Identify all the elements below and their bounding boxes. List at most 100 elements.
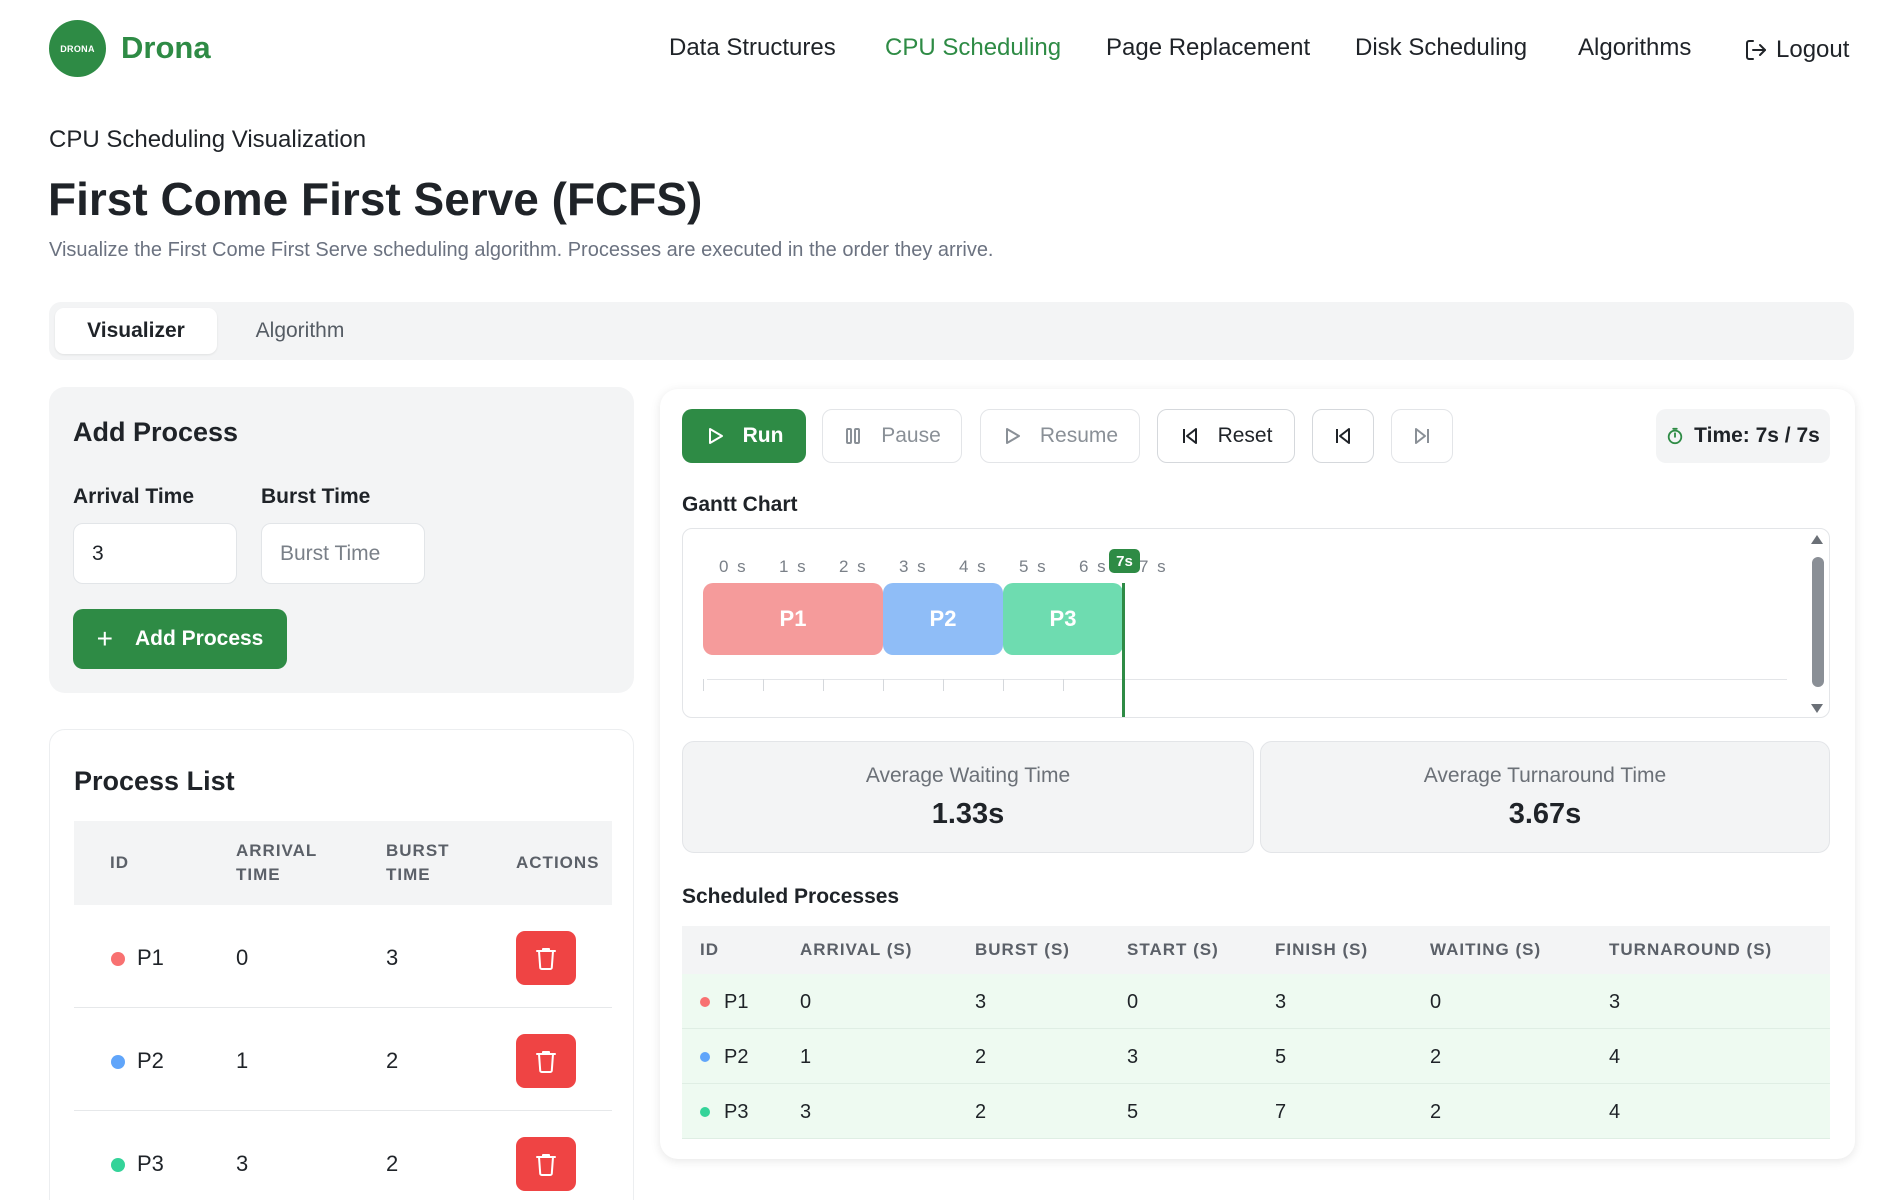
nav-cpu-scheduling[interactable]: CPU Scheduling <box>885 34 1061 66</box>
avg-turnaround-label: Average Turnaround Time <box>1423 764 1667 787</box>
run-label: Run <box>742 424 784 447</box>
process-list-title: Process List <box>74 766 235 796</box>
nav-page-replacement[interactable]: Page Replacement <box>1106 34 1310 66</box>
page-eyebrow: CPU Scheduling Visualization <box>49 126 367 153</box>
logout-label: Logout <box>1776 36 1850 63</box>
gantt-tick-label: 2 s <box>839 557 868 576</box>
sched-burst: 2 <box>975 1101 987 1123</box>
scroll-up-arrow-icon[interactable] <box>1811 535 1823 544</box>
sched-burst: 3 <box>975 991 987 1013</box>
arrival-time-input[interactable] <box>73 523 237 584</box>
scroll-down-arrow-icon[interactable] <box>1811 704 1823 713</box>
process-row: P1 0 3 <box>74 905 612 1008</box>
delete-process-button[interactable] <box>516 931 576 985</box>
process-color-dot <box>700 1052 710 1062</box>
gantt-axis-tick <box>883 679 884 691</box>
avg-turnaround-value: 3.67s <box>1508 798 1582 830</box>
nav-disk-scheduling[interactable]: Disk Scheduling <box>1355 34 1527 66</box>
avg-turnaround-card: Average Turnaround Time 3.67s <box>1260 741 1830 853</box>
nav-data-structures[interactable]: Data Structures <box>669 34 836 66</box>
pause-button[interactable]: Pause <box>822 409 962 463</box>
resume-button[interactable]: Resume <box>980 409 1140 463</box>
step-forward-button[interactable] <box>1391 409 1453 463</box>
brand-name[interactable]: Drona <box>121 30 211 66</box>
gantt-chart-title: Gantt Chart <box>682 493 798 516</box>
page-subtitle: Visualize the First Come First Serve sch… <box>49 239 994 261</box>
process-burst: 3 <box>386 945 399 970</box>
col-arrival-line1: ARRIVAL <box>236 841 318 860</box>
scroll-thumb[interactable] <box>1812 557 1824 687</box>
sched-col-id: ID <box>700 940 719 959</box>
process-color-dot <box>111 952 125 966</box>
process-color-dot <box>111 1055 125 1069</box>
skip-back-icon <box>1336 428 1350 444</box>
sched-col-waiting: WAITING (S) <box>1430 940 1542 959</box>
process-arrival: 0 <box>236 945 249 970</box>
gantt-tick-label: 0 s <box>719 557 748 576</box>
view-tabs: Visualizer Algorithm <box>49 302 1854 360</box>
add-process-card: Add Process Arrival Time Burst Time + Ad… <box>49 387 634 693</box>
sched-col-turnaround: TURNAROUND (S) <box>1609 940 1773 959</box>
reset-label: Reset <box>1217 424 1273 447</box>
drona-logo[interactable]: DRONA <box>49 20 106 77</box>
gantt-tick-label: 5 s <box>1019 557 1048 576</box>
avg-waiting-label: Average Waiting Time <box>865 764 1071 787</box>
process-id: P1 <box>137 945 164 970</box>
time-label: Time: 7s / 7s <box>1694 424 1820 447</box>
sched-waiting: 2 <box>1430 1046 1442 1068</box>
logout-icon <box>1746 40 1766 60</box>
process-id: P3 <box>137 1151 164 1176</box>
gantt-axis-tick <box>823 679 824 691</box>
gantt-bar-p2[interactable]: P2 <box>883 583 1003 655</box>
burst-time-label: Burst Time <box>261 485 371 508</box>
sched-waiting: 2 <box>1430 1101 1442 1123</box>
scheduled-row: P1 0 3 0 3 0 3 <box>682 974 1830 1029</box>
sched-arrival: 3 <box>800 1101 812 1123</box>
gantt-tick-label: 4 s <box>959 557 988 576</box>
gantt-axis-tick <box>703 679 704 691</box>
process-row: P2 1 2 <box>74 1008 612 1111</box>
gantt-axis-line <box>707 679 1787 680</box>
skip-forward-icon <box>1415 428 1429 444</box>
pause-icon <box>846 428 861 444</box>
tab-algorithm[interactable]: Algorithm <box>245 308 355 354</box>
gantt-axis-tick <box>1063 679 1064 691</box>
sched-turnaround: 3 <box>1609 991 1621 1013</box>
reset-button[interactable]: Reset <box>1157 409 1295 463</box>
scheduled-table-header: ID ARRIVAL (S) BURST (S) START (S) FINIS… <box>682 926 1830 974</box>
sched-col-arrival: ARRIVAL (S) <box>800 940 913 959</box>
logo-text: DRONA <box>60 43 95 54</box>
plus-icon: + <box>96 623 113 654</box>
sched-col-burst: BURST (S) <box>975 940 1070 959</box>
avg-waiting-card: Average Waiting Time 1.33s <box>682 741 1254 853</box>
delete-process-button[interactable] <box>516 1137 576 1191</box>
sched-turnaround: 4 <box>1609 1101 1621 1123</box>
burst-time-input[interactable] <box>261 523 425 584</box>
process-arrival: 3 <box>236 1151 249 1176</box>
gantt-bar-p3[interactable]: P3 <box>1003 583 1123 655</box>
gantt-axis-tick <box>1003 679 1004 691</box>
delete-process-button[interactable] <box>516 1034 576 1088</box>
sched-id: P3 <box>724 1101 749 1123</box>
process-color-dot <box>700 997 710 1007</box>
run-button[interactable]: Run <box>682 409 806 463</box>
gantt-bar-p1[interactable]: P1 <box>703 583 883 655</box>
logout-button[interactable]: Logout <box>1744 34 1849 66</box>
col-burst-line1: BURST <box>386 841 450 860</box>
visualizer-card: Run Pause Resume Reset Time: 7s / 7s Gan… <box>660 389 1855 1159</box>
add-process-button-label: Add Process <box>134 627 264 650</box>
gantt-tick-label: 7 s <box>1139 557 1168 576</box>
sched-burst: 2 <box>975 1046 987 1068</box>
tab-visualizer[interactable]: Visualizer <box>55 308 217 354</box>
process-list-card: Process List ID ARRIVAL TIME BURST TIME … <box>49 729 634 1200</box>
sched-col-finish: FINISH (S) <box>1275 940 1369 959</box>
sched-id: P1 <box>724 991 749 1013</box>
add-process-button[interactable]: + Add Process <box>73 609 287 669</box>
gantt-scrollbar[interactable] <box>1807 529 1829 717</box>
col-burst-line2: TIME <box>386 865 431 884</box>
gantt-axis-tick <box>763 679 764 691</box>
nav-algorithms[interactable]: Algorithms <box>1578 34 1691 66</box>
process-list-header: ID ARRIVAL TIME BURST TIME ACTIONS <box>74 821 612 905</box>
step-back-button[interactable] <box>1312 409 1374 463</box>
sched-arrival: 0 <box>800 991 812 1013</box>
